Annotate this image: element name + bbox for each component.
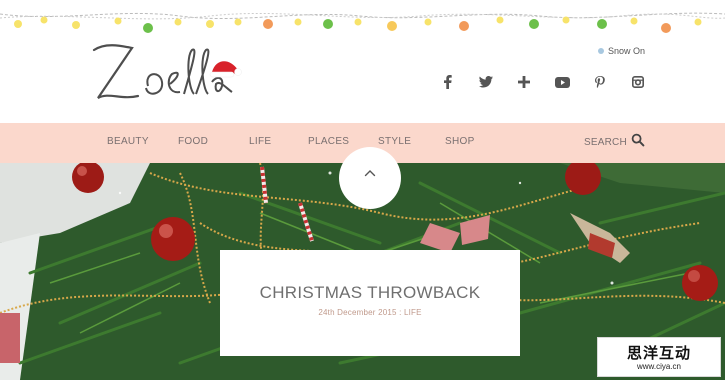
post-meta: 24th December 2015 : LIFE bbox=[318, 308, 422, 317]
nav-item-beauty[interactable]: BEAUTY bbox=[107, 136, 149, 147]
search-label[interactable]: SEARCH bbox=[584, 137, 627, 148]
pinterest-icon[interactable] bbox=[590, 72, 610, 92]
nav-item-life[interactable]: LIFE bbox=[249, 136, 271, 147]
nav-item-places[interactable]: PLACES bbox=[308, 136, 349, 147]
youtube-icon[interactable] bbox=[552, 72, 572, 92]
twitter-icon[interactable] bbox=[476, 72, 496, 92]
search-icon[interactable] bbox=[631, 133, 645, 147]
chevron-up-icon bbox=[364, 170, 376, 177]
snow-toggle-label: Snow On bbox=[608, 46, 646, 56]
facebook-icon[interactable] bbox=[438, 72, 458, 92]
snow-toggle[interactable]: Snow On bbox=[598, 46, 645, 56]
nav-item-shop[interactable]: SHOP bbox=[445, 136, 475, 147]
logo[interactable] bbox=[88, 36, 248, 111]
watermark-text: 思洋互动 bbox=[626, 344, 691, 362]
social-links bbox=[436, 72, 656, 92]
scroll-up-button[interactable] bbox=[339, 147, 401, 209]
watermark: 思洋互动 www.ciya.cn bbox=[597, 337, 721, 377]
instagram-icon[interactable] bbox=[628, 72, 648, 92]
watermark-url: www.ciya.cn bbox=[636, 362, 681, 371]
site-header: Snow On bbox=[0, 0, 725, 123]
nav-item-food[interactable]: FOOD bbox=[178, 136, 208, 147]
snowflake-icon bbox=[598, 48, 604, 54]
plus-icon[interactable] bbox=[514, 72, 534, 92]
featured-post-card[interactable]: CHRISTMAS THROWBACK 24th December 2015 :… bbox=[220, 250, 520, 356]
post-title[interactable]: CHRISTMAS THROWBACK bbox=[220, 283, 520, 303]
nav-item-style[interactable]: STYLE bbox=[378, 136, 411, 147]
